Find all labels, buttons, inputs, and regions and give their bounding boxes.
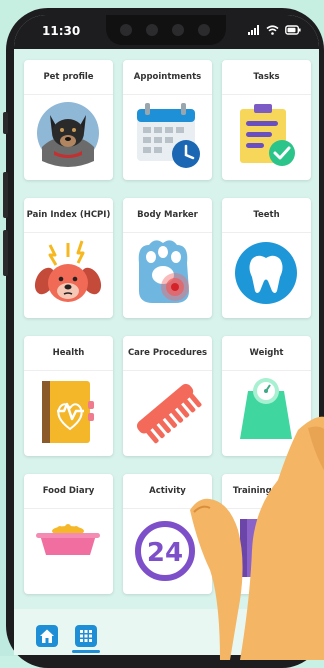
tile-body-marker[interactable]: Body Marker (123, 198, 212, 318)
calendar-clock-icon (123, 95, 212, 180)
grid-icon (80, 630, 92, 642)
tile-label: Pain Index (HCPI) (24, 198, 113, 233)
paw-marker-icon (123, 233, 212, 318)
battery-icon (285, 25, 301, 35)
health-book-icon (24, 371, 113, 456)
tooth-icon (222, 233, 311, 318)
camera-notch (106, 15, 226, 45)
food-bowl-icon (24, 509, 113, 594)
active-tab-indicator (72, 650, 100, 653)
side-button (3, 112, 8, 134)
clipboard-check-icon (222, 95, 311, 180)
tile-label: Weight (222, 336, 311, 371)
sensor-dot (120, 24, 132, 36)
home-button[interactable] (36, 625, 58, 647)
sensor-dot (172, 24, 184, 36)
grid-button[interactable] (75, 625, 97, 647)
tile-label: Care Procedures (123, 336, 212, 371)
tile-label: Food Diary (24, 474, 113, 509)
svg-text:24: 24 (147, 538, 183, 568)
tile-label: Teeth (222, 198, 311, 233)
dog-illustration (190, 416, 324, 660)
tile-teeth[interactable]: Teeth (222, 198, 311, 318)
volume-down-button (3, 230, 8, 276)
status-bar: 11:30 (14, 15, 319, 49)
sensor-dot (146, 24, 158, 36)
dog-pain-icon (24, 233, 113, 318)
tile-label: Tasks (222, 60, 311, 95)
signal-icon (248, 25, 259, 35)
tile-label: Health (24, 336, 113, 371)
status-time: 11:30 (42, 24, 81, 38)
tile-pain-index[interactable]: Pain Index (HCPI) (24, 198, 113, 318)
wifi-icon (266, 25, 279, 35)
tile-pet-profile[interactable]: Pet profile (24, 60, 113, 180)
tile-health[interactable]: Health (24, 336, 113, 456)
tile-food-diary[interactable]: Food Diary (24, 474, 113, 594)
tile-label: Pet profile (24, 60, 113, 95)
sensor-dot (198, 24, 210, 36)
tile-label: Body Marker (123, 198, 212, 233)
pet-photo-icon (24, 95, 113, 180)
volume-up-button (3, 172, 8, 218)
tile-appointments[interactable]: Appointments (123, 60, 212, 180)
tile-tasks[interactable]: Tasks (222, 60, 311, 180)
home-icon (40, 629, 54, 643)
tile-label: Appointments (123, 60, 212, 95)
